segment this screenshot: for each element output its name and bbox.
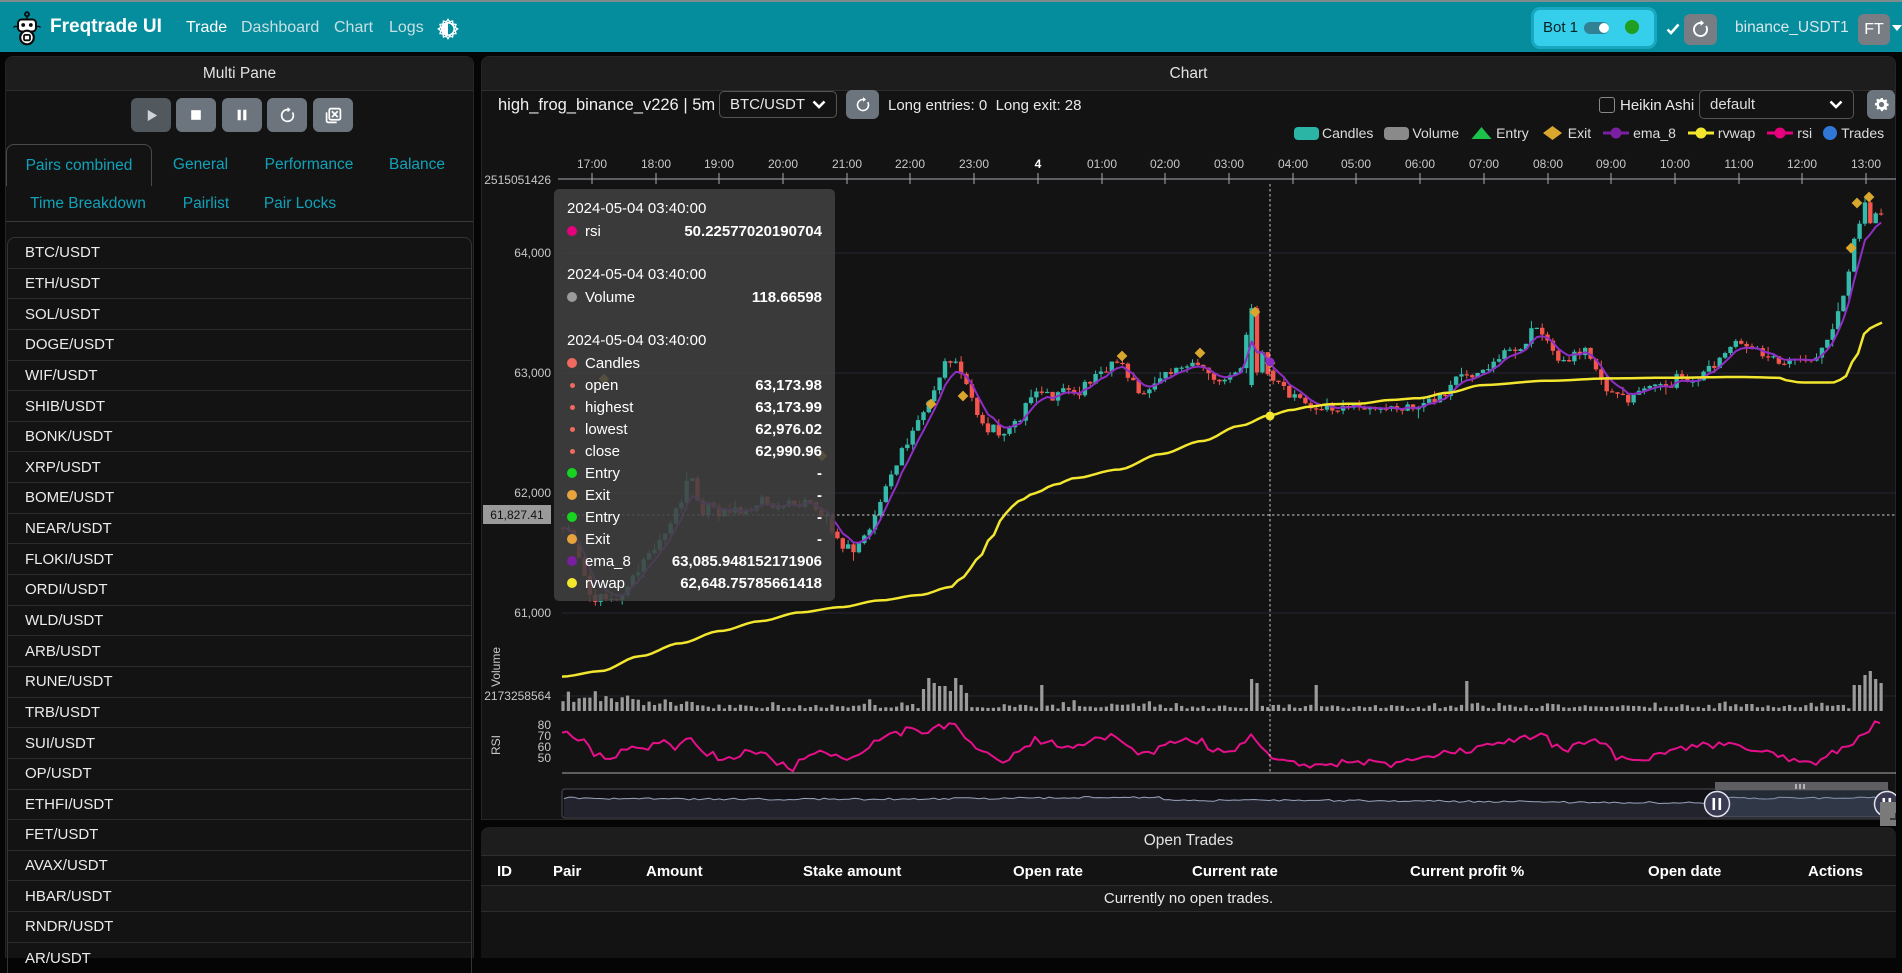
svg-text:03:00: 03:00 <box>1214 157 1244 171</box>
svg-text:20:00: 20:00 <box>768 157 798 171</box>
svg-text:63,000: 63,000 <box>514 366 551 380</box>
svg-text:21:00: 21:00 <box>832 157 862 171</box>
svg-text:10:00: 10:00 <box>1660 157 1690 171</box>
svg-text:50: 50 <box>538 751 552 765</box>
svg-text:01:00: 01:00 <box>1087 157 1117 171</box>
svg-text:64,000: 64,000 <box>514 246 551 260</box>
svg-text:17:00: 17:00 <box>577 157 607 171</box>
svg-text:23:00: 23:00 <box>959 157 989 171</box>
svg-text:04:00: 04:00 <box>1278 157 1308 171</box>
svg-text:61,827.41: 61,827.41 <box>490 508 544 522</box>
svg-text:RSI: RSI <box>489 735 503 755</box>
svg-text:08:00: 08:00 <box>1533 157 1563 171</box>
svg-text:62,000: 62,000 <box>514 486 551 500</box>
svg-text:22:00: 22:00 <box>895 157 925 171</box>
svg-text:06:00: 06:00 <box>1405 157 1435 171</box>
svg-text:11:00: 11:00 <box>1724 157 1753 171</box>
svg-text:02:00: 02:00 <box>1150 157 1180 171</box>
svg-text:4: 4 <box>1035 157 1042 171</box>
svg-text:Volume: Volume <box>489 647 503 687</box>
svg-text:07:00: 07:00 <box>1469 157 1499 171</box>
svg-text:13:00: 13:00 <box>1851 157 1881 171</box>
svg-text:09:00: 09:00 <box>1596 157 1626 171</box>
svg-text:19:00: 19:00 <box>704 157 734 171</box>
svg-text:05:00: 05:00 <box>1341 157 1371 171</box>
svg-text:2515051426: 2515051426 <box>484 173 551 187</box>
svg-text:18:00: 18:00 <box>641 157 671 171</box>
svg-text:2173258564: 2173258564 <box>484 689 551 703</box>
svg-text:61,000: 61,000 <box>514 606 551 620</box>
svg-text:12:00: 12:00 <box>1787 157 1817 171</box>
